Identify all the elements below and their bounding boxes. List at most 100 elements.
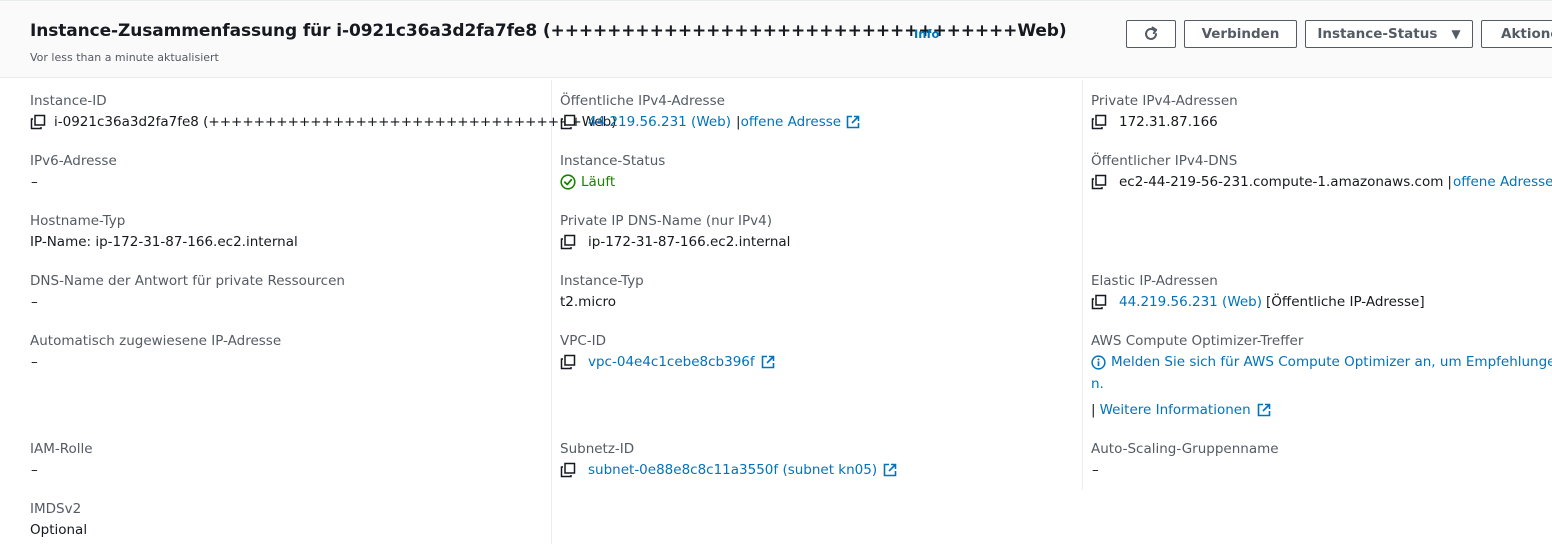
optimizer-signup-link[interactable]: Melden Sie sich für AWS Compute Optimize… — [1111, 351, 1552, 373]
field-instance-type: Instance-Typ t2.micro — [560, 271, 644, 313]
check-circle-icon — [560, 174, 576, 190]
field-value-row: ip-172-31-87-166.ec2.internal — [560, 231, 790, 253]
external-link-icon[interactable] — [846, 115, 860, 129]
page-title: Instance-Zusammenfassung für i-0921c36a3… — [30, 21, 1067, 41]
copy-icon[interactable] — [30, 114, 46, 130]
last-updated-text: Vor less than a minute aktualisiert — [30, 51, 219, 64]
instance-state-value: Läuft — [581, 174, 616, 190]
copy-icon[interactable] — [560, 234, 576, 250]
field-label: AWS Compute Optimizer-Treffer — [1091, 333, 1304, 349]
separator: | — [1447, 174, 1452, 190]
open-address-link[interactable]: offene Adresse — [741, 111, 842, 133]
instance-status-dropdown[interactable]: Instance-Status ▼ — [1305, 20, 1473, 48]
copy-icon[interactable] — [560, 354, 576, 370]
asg-value: – — [1092, 462, 1099, 478]
field-compute-optimizer: AWS Compute Optimizer-Treffer Melden Sie… — [1091, 331, 1552, 421]
field-label: Instance-Typ — [560, 273, 644, 289]
field-label: Subnetz-ID — [560, 441, 635, 457]
field-private-dns: Private IP DNS-Name (nur IPv4) ip-172-31… — [560, 211, 790, 253]
field-value-row: subnet-0e88e8c8c11a3550f (subnet kn05) — [560, 459, 897, 481]
subnet-id-link[interactable]: subnet-0e88e8c8c11a3550f (subnet kn05) — [588, 459, 877, 481]
info-link[interactable]: Info — [914, 27, 939, 41]
field-label: Private IP DNS-Name (nur IPv4) — [560, 213, 773, 229]
field-auto-ip: Automatisch zugewiesene IP-Adresse – — [30, 331, 281, 373]
public-dns-value: ec2-44-219-56-231.compute-1.amazonaws.co… — [1119, 174, 1444, 190]
field-label: Hostname-Typ — [30, 213, 126, 229]
info-icon — [1091, 354, 1106, 370]
field-label: Öffentlicher IPv4-DNS — [1091, 153, 1238, 169]
field-value-row: ec2-44-219-56-231.compute-1.amazonaws.co… — [1091, 171, 1552, 193]
field-public-dns: Öffentlicher IPv4-DNS ec2-44-219-56-231.… — [1091, 151, 1552, 193]
field-label: IMDSv2 — [30, 501, 82, 517]
field-private-ipv4: Private IPv4-Adressen 172.31.87.166 — [1091, 91, 1238, 133]
vpc-id-link[interactable]: vpc-04e4c1cebe8cb396f — [588, 351, 755, 373]
public-ipv4-link[interactable]: 44.219.56.231 (Web) — [588, 111, 731, 133]
instance-status-dropdown-label: Instance-Status — [1317, 26, 1438, 42]
field-subnet-id: Subnetz-ID subnet-0e88e8c8c11a3550f (sub… — [560, 439, 897, 481]
dns-private-value: – — [31, 294, 38, 310]
refresh-button[interactable] — [1126, 20, 1176, 48]
field-value-row: 172.31.87.166 — [1091, 111, 1238, 133]
instance-type-value: t2.micro — [560, 294, 617, 310]
ipv6-value: – — [31, 174, 38, 190]
iam-role-value: – — [31, 462, 38, 478]
field-label: DNS-Name der Antwort für private Ressour… — [30, 273, 345, 289]
field-label: IAM-Rolle — [30, 441, 93, 457]
field-label: Öffentliche IPv4-Adresse — [560, 93, 725, 109]
field-ipv6: IPv6-Adresse – — [30, 151, 117, 193]
field-dns-private: DNS-Name der Antwort für private Ressour… — [30, 271, 345, 313]
copy-icon[interactable] — [1091, 294, 1107, 310]
field-value-row: 44.219.56.231 (Web) | offene Adresse — [560, 111, 860, 133]
external-link-icon[interactable] — [761, 355, 775, 369]
separator: | — [1091, 402, 1096, 418]
field-public-ipv4: Öffentliche IPv4-Adresse 44.219.56.231 (… — [560, 91, 860, 133]
field-imdsv2: IMDSv2 Optional — [30, 499, 87, 541]
field-value-row: vpc-04e4c1cebe8cb396f — [560, 351, 775, 373]
private-ipv4-value: 172.31.87.166 — [1119, 114, 1218, 130]
instance-id-value: i-0921c36a3d2fa7fe8 (+++++++++++++++++++… — [54, 114, 617, 130]
field-value-row: Läuft — [560, 171, 665, 193]
field-label: Auto-Scaling-Gruppenname — [1091, 441, 1279, 457]
auto-ip-value: – — [31, 354, 38, 370]
column-divider — [1082, 80, 1083, 490]
instance-summary-header: Instance-Zusammenfassung für i-0921c36a3… — [0, 0, 1552, 78]
private-dns-value: ip-172-31-87-166.ec2.internal — [588, 234, 791, 250]
copy-icon[interactable] — [560, 462, 576, 478]
connect-button[interactable]: Verbinden — [1184, 20, 1297, 48]
column-divider — [551, 80, 552, 544]
field-hostname-type: Hostname-Typ IP-Name: ip-172-31-87-166.e… — [30, 211, 298, 253]
copy-icon[interactable] — [1091, 114, 1107, 130]
more-info-link[interactable]: Weitere Informationen — [1100, 399, 1251, 421]
field-label: Private IPv4-Adressen — [1091, 93, 1238, 109]
elastic-ip-suffix: [Öffentliche IP-Adresse] — [1266, 294, 1425, 310]
field-instance-id: Instance-ID i-0921c36a3d2fa7fe8 (+++++++… — [30, 91, 616, 133]
optimizer-link-continuation: n. — [1091, 373, 1552, 395]
field-elastic-ip: Elastic IP-Adressen 44.219.56.231 (Web) … — [1091, 271, 1425, 313]
field-vpc-id: VPC-ID vpc-04e4c1cebe8cb396f — [560, 331, 775, 373]
field-label: IPv6-Adresse — [30, 153, 117, 169]
field-label: Automatisch zugewiesene IP-Adresse — [30, 333, 282, 349]
external-link-icon[interactable] — [883, 463, 897, 477]
field-value-row: 44.219.56.231 (Web) [Öffentliche IP-Adre… — [1091, 291, 1425, 313]
imdsv2-value: Optional — [30, 522, 88, 538]
field-value-row: | Weitere Informationen — [1091, 399, 1552, 421]
field-asg-name: Auto-Scaling-Gruppenname – — [1091, 439, 1279, 481]
actions-dropdown[interactable]: Aktionen — [1481, 20, 1552, 48]
field-iam-role: IAM-Rolle – — [30, 439, 93, 481]
hostname-type-value: IP-Name: ip-172-31-87-166.ec2.internal — [30, 234, 298, 250]
field-value-row: i-0921c36a3d2fa7fe8 (+++++++++++++++++++… — [30, 111, 616, 133]
external-link-icon[interactable] — [1257, 403, 1271, 417]
elastic-ip-link[interactable]: 44.219.56.231 (Web) — [1119, 291, 1262, 313]
field-label: Instance-ID — [30, 93, 107, 109]
field-value-row: Melden Sie sich für AWS Compute Optimize… — [1091, 351, 1552, 373]
field-label: VPC-ID — [560, 333, 607, 349]
field-label: Instance-Status — [560, 153, 666, 169]
open-address-link[interactable]: offene Adresse — [1453, 171, 1552, 193]
copy-icon[interactable] — [1091, 174, 1107, 190]
field-instance-state: Instance-Status Läuft — [560, 151, 665, 193]
caret-down-icon: ▼ — [1451, 27, 1461, 41]
copy-icon[interactable] — [560, 114, 576, 130]
field-label: Elastic IP-Adressen — [1091, 273, 1218, 289]
optimizer-signup-link-continued[interactable]: n. — [1091, 373, 1104, 395]
refresh-icon — [1145, 26, 1158, 40]
